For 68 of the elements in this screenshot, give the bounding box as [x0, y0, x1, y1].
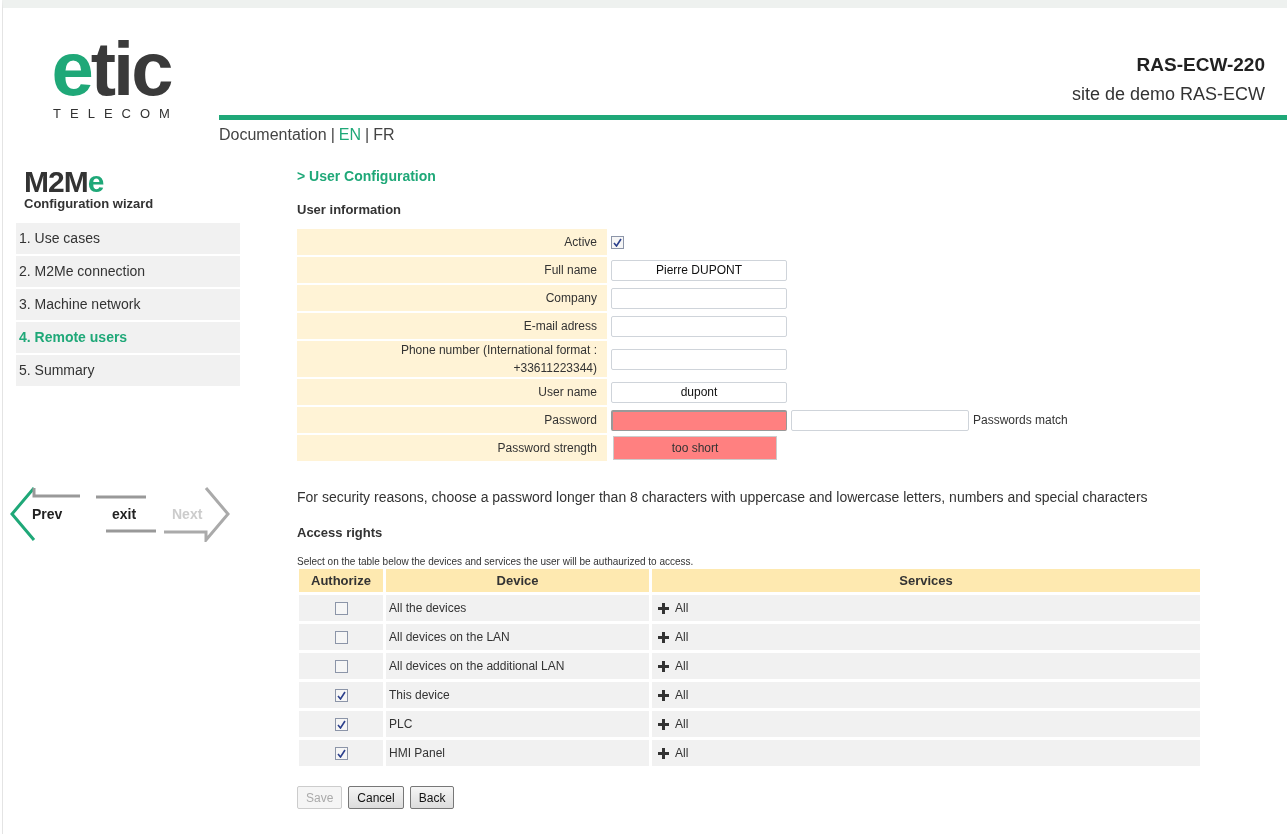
field-label: Company: [297, 285, 607, 311]
page-title: > User Configuration: [297, 168, 437, 184]
exit-button[interactable]: exit: [86, 486, 162, 545]
checkbox[interactable]: [334, 659, 348, 673]
link-separator: |: [365, 126, 370, 144]
header-link[interactable]: Documentation: [219, 126, 327, 144]
checkbox[interactable]: [611, 235, 624, 249]
password-field[interactable]: [611, 409, 787, 431]
service-label: All: [675, 630, 689, 644]
site-name: site de demo RAS-ECW: [1071, 84, 1265, 105]
product-subtitle: Configuration wizard: [24, 196, 155, 211]
column-header: Authorize: [299, 569, 383, 592]
column-header: Device: [386, 569, 649, 592]
plus-icon[interactable]: [658, 747, 669, 759]
input-field[interactable]: dupont: [611, 381, 787, 403]
input-field[interactable]: [611, 348, 787, 370]
table-cell: This device: [386, 682, 649, 708]
field-label: Active: [297, 229, 607, 255]
field-label: User name: [297, 379, 607, 405]
plus-icon[interactable]: [658, 660, 669, 672]
form-button[interactable]: Back: [409, 786, 455, 809]
prev-button[interactable]: Prev: [8, 486, 86, 545]
service-label: All: [675, 659, 689, 673]
table-cell: All devices on the additional LAN: [386, 653, 649, 679]
field-label: Password strength: [297, 435, 607, 461]
link-separator: |: [330, 126, 335, 144]
section-heading: User information: [297, 202, 402, 217]
table-cell: HMI Panel: [386, 740, 649, 766]
service-label: All: [675, 601, 689, 615]
checkbox[interactable]: [334, 746, 348, 760]
wizard-step[interactable]: 2. M2Me connection: [16, 256, 240, 287]
logo-subtitle: TELECOM: [53, 106, 179, 121]
plus-icon[interactable]: [658, 718, 669, 730]
table-cell: PLC: [386, 711, 649, 737]
wizard-step[interactable]: 5. Summary: [16, 355, 240, 386]
plus-icon[interactable]: [658, 602, 669, 614]
form-button[interactable]: Cancel: [348, 786, 404, 809]
checkbox[interactable]: [334, 717, 348, 731]
field-label: Phone number (International format : +33611223344): [297, 341, 607, 377]
strength-meter: too short: [613, 436, 777, 460]
checkbox[interactable]: [334, 630, 348, 644]
plus-icon[interactable]: [658, 689, 669, 701]
header-link[interactable]: FR: [373, 126, 395, 144]
plus-icon[interactable]: [658, 631, 669, 643]
field-label: Password: [297, 407, 607, 433]
input-field[interactable]: Pierre DUPONT: [611, 259, 787, 281]
wizard-step[interactable]: 1. Use cases: [16, 223, 240, 254]
logo-wordmark: etic: [51, 36, 171, 102]
input-field[interactable]: [611, 315, 787, 337]
input-field[interactable]: [611, 287, 787, 309]
checkbox[interactable]: [334, 601, 348, 615]
table-hint: Select on the table below the devices and services the user will be authaurized to access.: [297, 556, 695, 567]
table-cell: All devices on the LAN: [386, 624, 649, 650]
security-note: For security reasons, choose a password longer than 8 characters with uppercase and lowercase letters, numbers and special characters: [297, 489, 1149, 505]
table-cell: All the devices: [386, 595, 649, 621]
wizard-step[interactable]: 3. Machine network: [16, 289, 240, 320]
device-name: RAS-ECW-220: [1136, 54, 1265, 76]
product-logo: M2Me: [24, 168, 105, 196]
match-status: Passwords match: [973, 413, 1068, 427]
service-label: All: [675, 746, 689, 760]
column-header: Services: [652, 569, 1200, 592]
confirm-password-field[interactable]: [791, 409, 969, 431]
field-label: E-mail adress: [297, 313, 607, 339]
section-heading: Access rights: [297, 525, 384, 540]
field-label: Full name: [297, 257, 607, 283]
checkbox[interactable]: [334, 688, 348, 702]
service-label: All: [675, 717, 689, 731]
service-label: All: [675, 688, 689, 702]
